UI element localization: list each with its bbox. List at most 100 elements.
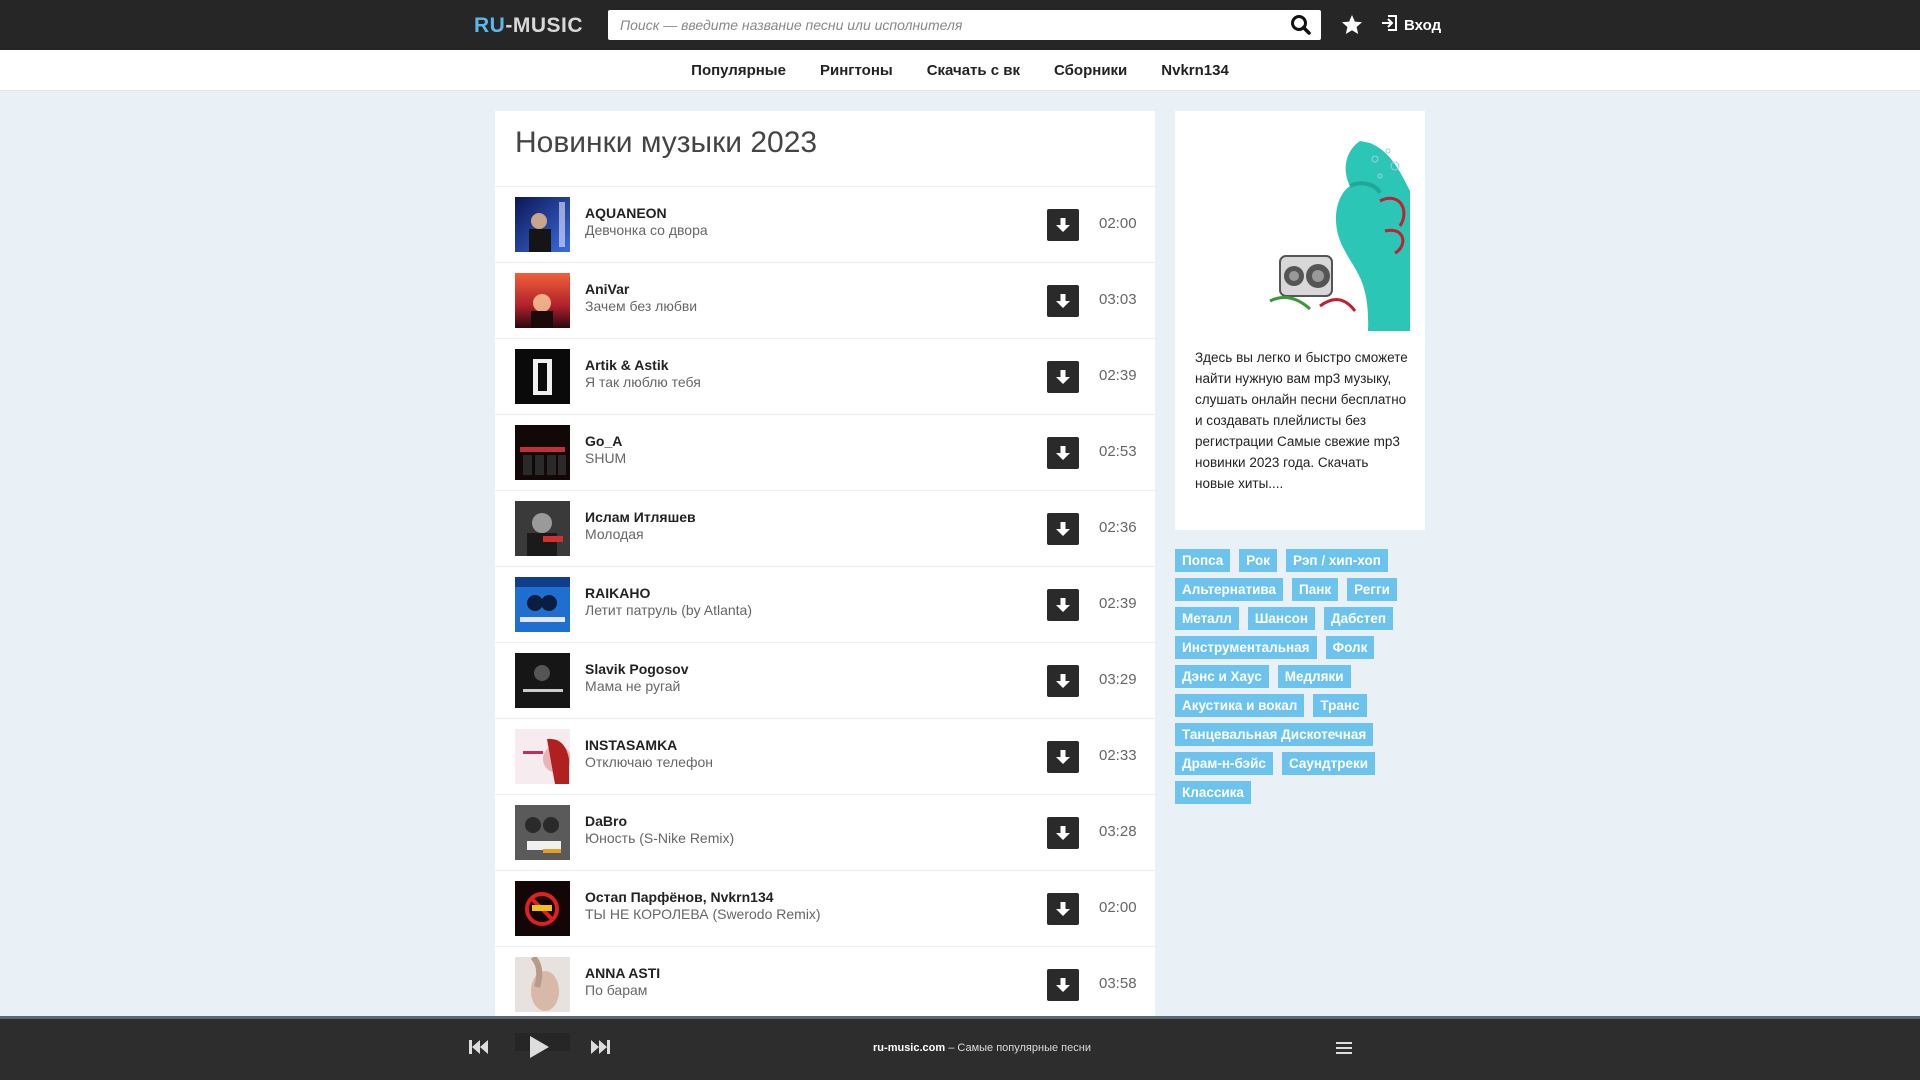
track-title[interactable]: ТЫ НЕ КОРОЛЕВА (Swerodo Remix) [585,906,821,922]
download-icon[interactable] [1047,665,1079,697]
search-icon[interactable] [1289,14,1313,36]
genre-tag[interactable]: Панк [1292,578,1339,601]
genre-tag[interactable]: Транс [1313,694,1367,717]
album-cover [515,349,570,404]
track-title[interactable]: Летит патруль (by Atlanta) [585,602,752,618]
track-artist[interactable]: AniVar [585,281,629,297]
track-duration: 02:36 [1099,519,1137,536]
album-cover [515,957,570,1012]
track-title[interactable]: SHUM [585,450,626,466]
track-duration: 02:00 [1099,899,1137,916]
track-row[interactable]: INSTASAMKA Отключаю телефон 02:33 [495,719,1155,795]
track-row[interactable]: DaBro Юность (S-Nike Remix) 03:28 [495,795,1155,871]
track-row[interactable]: AniVar Зачем без любви 03:03 [495,263,1155,339]
album-cover [515,805,570,860]
login-icon [1380,14,1398,37]
site-description: Здесь вы легко и быстро сможете найти ну… [1195,350,1408,491]
track-artist[interactable]: Ислам Итляшев [585,509,696,525]
genre-tag[interactable]: Медляки [1277,665,1351,688]
track-artist[interactable]: AQUANEON [585,205,667,221]
login-label: Вход [1404,16,1442,34]
track-row[interactable]: ANNA ASTI По барам 03:58 [495,947,1155,1023]
track-row[interactable]: Artik & Astik Я так люблю тебя 02:39 [495,339,1155,415]
nav-nvkrn134[interactable]: Nvkrn134 [1161,62,1229,79]
track-row[interactable]: Остап Парфёнов, Nvkrn134 ТЫ НЕ КОРОЛЕВА … [495,871,1155,947]
download-icon[interactable] [1047,589,1079,621]
album-cover [515,425,570,480]
album-cover [515,197,570,252]
player-site[interactable]: ru-music.com [873,1042,945,1054]
track-duration: 03:03 [1099,291,1137,308]
download-icon[interactable] [1047,285,1079,317]
track-duration: 03:29 [1099,671,1137,688]
genre-tag[interactable]: Фолк [1325,636,1375,659]
genre-tag[interactable]: Дэнс и Хаус [1175,665,1269,688]
download-icon[interactable] [1047,209,1079,241]
download-icon[interactable] [1047,361,1079,393]
genre-tag[interactable]: Танцевальная Дискотечная [1175,723,1374,746]
genre-tag[interactable]: Металл [1175,607,1239,630]
track-duration: 03:58 [1099,975,1137,992]
album-cover [515,273,570,328]
genre-tag[interactable]: Акустика и вокал [1175,694,1305,717]
progress-bar[interactable] [0,1016,1920,1019]
download-icon[interactable] [1047,437,1079,469]
nav-popular[interactable]: Популярные [691,62,786,79]
genre-tag[interactable]: Рок [1239,549,1277,572]
album-cover [515,501,570,556]
genre-tag[interactable]: Альтернатива [1175,578,1284,601]
download-icon[interactable] [1047,969,1079,1001]
track-artist[interactable]: Artik & Astik [585,357,669,373]
search-input[interactable] [608,10,1268,40]
player-tagline: – Самые популярные песни [945,1042,1091,1054]
track-artist[interactable]: ANNA ASTI [585,965,660,981]
track-row[interactable]: Slavik Pogosov Мама не ругай 03:29 [495,643,1155,719]
track-duration: 03:28 [1099,823,1137,840]
track-row[interactable]: Go_A SHUM 02:53 [495,415,1155,491]
nav-collections[interactable]: Сборники [1054,62,1127,79]
track-artist[interactable]: Остап Парфёнов, Nvkrn134 [585,889,774,905]
track-title[interactable]: Молодая [585,526,644,542]
track-artist[interactable]: INSTASAMKA [585,737,677,753]
track-row[interactable]: RAIKAHO Летит патруль (by Atlanta) 02:39 [495,567,1155,643]
download-icon[interactable] [1047,817,1079,849]
genre-tag[interactable]: Дабстеп [1324,607,1394,630]
track-artist[interactable]: Go_A [585,433,622,449]
track-title[interactable]: Юность (S-Nike Remix) [585,830,734,846]
site-logo[interactable]: RU-MUSIC [474,14,583,38]
track-artist[interactable]: RAIKAHO [585,585,650,601]
track-title[interactable]: Зачем без любви [585,298,697,314]
nav-ringtones[interactable]: Рингтоны [820,62,893,79]
genre-tag[interactable]: Драм-н-бэйс [1175,752,1273,775]
track-artist[interactable]: DaBro [585,813,627,829]
download-icon[interactable] [1047,893,1079,925]
genre-tag[interactable]: Попса [1175,549,1231,572]
track-title[interactable]: По барам [585,982,647,998]
genre-tag[interactable]: Рэп / хип-хоп [1285,549,1388,572]
track-duration: 02:39 [1099,367,1137,384]
track-duration: 02:00 [1099,215,1137,232]
sidebar-info: Здесь вы легко и быстро сможете найти ну… [1175,111,1425,530]
star-icon[interactable] [1340,12,1364,38]
menu-icon[interactable] [1336,1041,1352,1060]
logo-music: -MUSIC [505,14,584,37]
genre-tag[interactable]: Шансон [1247,607,1315,630]
track-duration: 02:33 [1099,747,1137,764]
genre-tag[interactable]: Саундтреки [1281,752,1376,775]
track-title[interactable]: Мама не ругай [585,678,680,694]
track-row[interactable]: AQUANEON Девчонка со двора 02:00 [495,187,1155,263]
nav-download-vk[interactable]: Скачать с вк [927,62,1020,79]
genre-tag[interactable]: Регги [1347,578,1397,601]
genre-tag[interactable]: Инструментальная [1175,636,1317,659]
login-button[interactable]: Вход [1380,14,1441,36]
track-title[interactable]: Я так люблю тебя [585,374,701,390]
track-title[interactable]: Девчонка со двора [585,222,708,238]
track-artist[interactable]: Slavik Pogosov [585,661,688,677]
download-icon[interactable] [1047,741,1079,773]
track-title[interactable]: Отключаю телефон [585,754,713,770]
top-header: RU-MUSIC Вход [0,0,1920,50]
track-row[interactable]: Ислам Итляшев Молодая 02:36 [495,491,1155,567]
download-icon[interactable] [1047,513,1079,545]
logo-ru: RU [474,14,506,37]
genre-tag[interactable]: Классика [1175,781,1251,804]
